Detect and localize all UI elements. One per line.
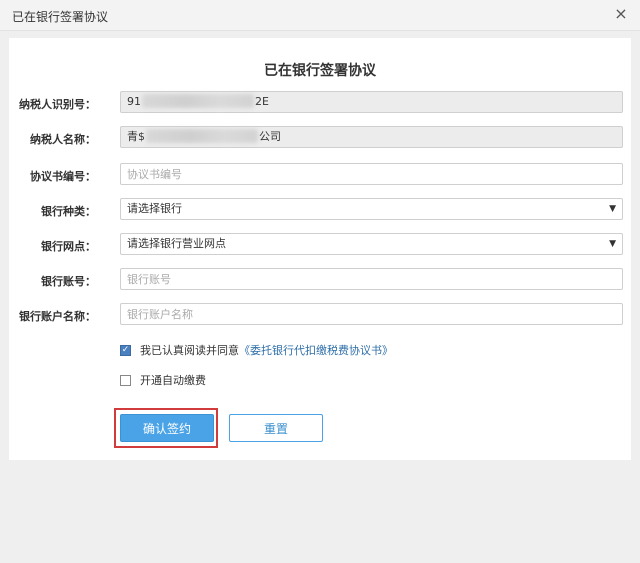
taxpayer-id-label: 纳税人识别号：: [19, 98, 96, 111]
bank-type-label: 银行种类：: [41, 205, 96, 218]
taxpayer-name-suffix: 公司: [259, 130, 281, 143]
row-bank-account: 银行账号：: [9, 268, 631, 292]
taxpayer-name-field: 青$ 公司: [120, 126, 623, 148]
row-bank-type: 银行种类： 请选择银行 ▼: [9, 198, 631, 222]
agreement-no-label: 协议书编号：: [30, 170, 96, 183]
bank-account-label: 银行账号：: [41, 275, 96, 288]
bank-branch-select[interactable]: 请选择银行营业网点 ▼: [120, 233, 623, 255]
bank-type-select[interactable]: 请选择银行 ▼: [120, 198, 623, 220]
redaction-blur: [142, 94, 254, 108]
taxpayer-id-field: 91 2E: [120, 91, 623, 113]
bank-account-input[interactable]: [120, 268, 623, 290]
row-taxpayer-name: 纳税人名称： 青$ 公司: [9, 126, 631, 150]
agree-row: ✓ 我已认真阅读并同意《委托银行代扣缴税费协议书》: [120, 342, 393, 358]
row-agreement-no: 协议书编号：: [9, 163, 631, 187]
reset-button[interactable]: 重置: [229, 414, 323, 442]
close-icon[interactable]: ×: [612, 5, 630, 23]
row-account-name: 银行账户名称：: [9, 303, 631, 327]
form-heading: 已在银行签署协议: [264, 63, 376, 79]
dialog-title: 已在银行签署协议: [12, 10, 109, 24]
caret-down-icon: ▼: [609, 239, 616, 249]
agreement-no-input[interactable]: [120, 163, 623, 185]
agreement-link[interactable]: 《委托银行代扣缴税费协议书》: [239, 344, 393, 357]
taxpayer-id-prefix: 91: [127, 95, 141, 108]
row-bank-branch: 银行网点： 请选择银行营业网点 ▼: [9, 233, 631, 257]
bank-branch-label: 银行网点：: [41, 240, 96, 253]
redaction-blur: [146, 129, 258, 143]
account-name-input[interactable]: [120, 303, 623, 325]
auto-pay-row: 开通自动缴费: [120, 372, 206, 388]
taxpayer-name-label: 纳税人名称：: [30, 133, 96, 146]
taxpayer-id-suffix: 2E: [255, 95, 269, 108]
agree-checkbox[interactable]: ✓: [120, 344, 131, 356]
auto-pay-text: 开通自动缴费: [140, 374, 206, 387]
row-taxpayer-id: 纳税人识别号： 91 2E: [9, 91, 631, 115]
confirm-sign-button[interactable]: 确认签约: [120, 414, 214, 442]
caret-down-icon: ▼: [609, 204, 616, 214]
auto-pay-checkbox[interactable]: [120, 374, 131, 386]
bank-type-selected: 请选择银行: [127, 202, 182, 215]
agree-text: 我已认真阅读并同意: [140, 344, 239, 357]
dialog-titlebar: 已在银行签署协议 ×: [0, 0, 640, 31]
dialog-window: 已在银行签署协议 × 已在银行签署协议 纳税人识别号： 91 2E 纳税人名称： …: [0, 0, 640, 563]
bank-branch-selected: 请选择银行营业网点: [127, 237, 226, 250]
form-panel: 已在银行签署协议 纳税人识别号： 91 2E 纳税人名称： 青$ 公司 协议书编号：…: [9, 38, 631, 460]
taxpayer-name-prefix: 青$: [127, 130, 145, 143]
account-name-label: 银行账户名称：: [19, 310, 96, 323]
